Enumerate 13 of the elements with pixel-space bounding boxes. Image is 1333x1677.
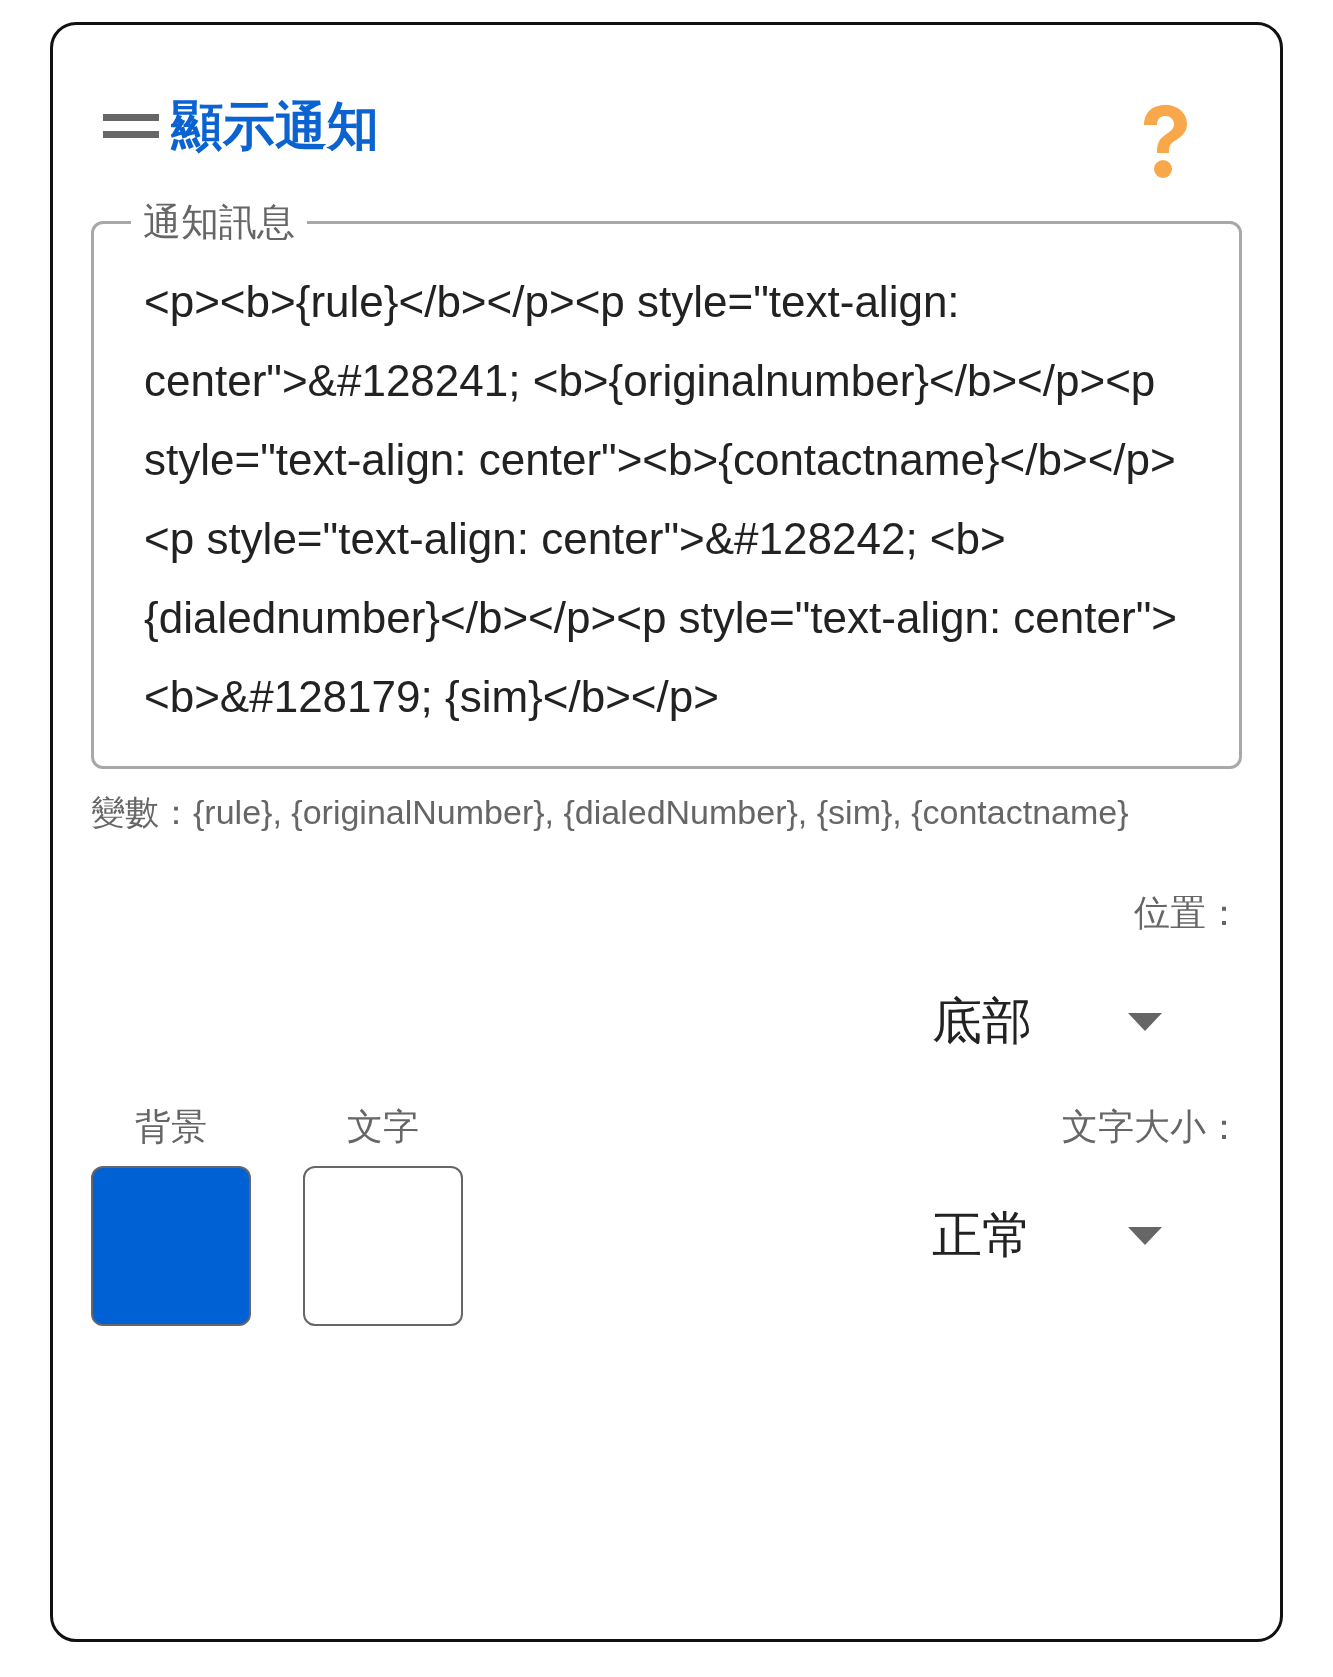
page-title: 顯示通知: [171, 95, 379, 158]
color-label: 文字: [347, 1105, 419, 1149]
text-size-dropdown[interactable]: 正常: [932, 1202, 1192, 1269]
color-label: 背景: [135, 1105, 207, 1149]
position-label: 位置：: [1134, 891, 1242, 935]
color-swatch[interactable]: [91, 1166, 251, 1326]
caret-icon: [1128, 1226, 1162, 1245]
menu-icon[interactable]: [103, 114, 159, 140]
position-dropdown[interactable]: 底部: [932, 988, 1192, 1055]
color-swatch[interactable]: [303, 1166, 463, 1326]
text-size-label: 文字大小：: [1062, 1105, 1242, 1149]
helper-text: 變數：{rule}, {originalNumber}, {dialedNumber}, {sim}, {contactname}: [91, 792, 1130, 833]
caret-icon: [1128, 1012, 1162, 1031]
